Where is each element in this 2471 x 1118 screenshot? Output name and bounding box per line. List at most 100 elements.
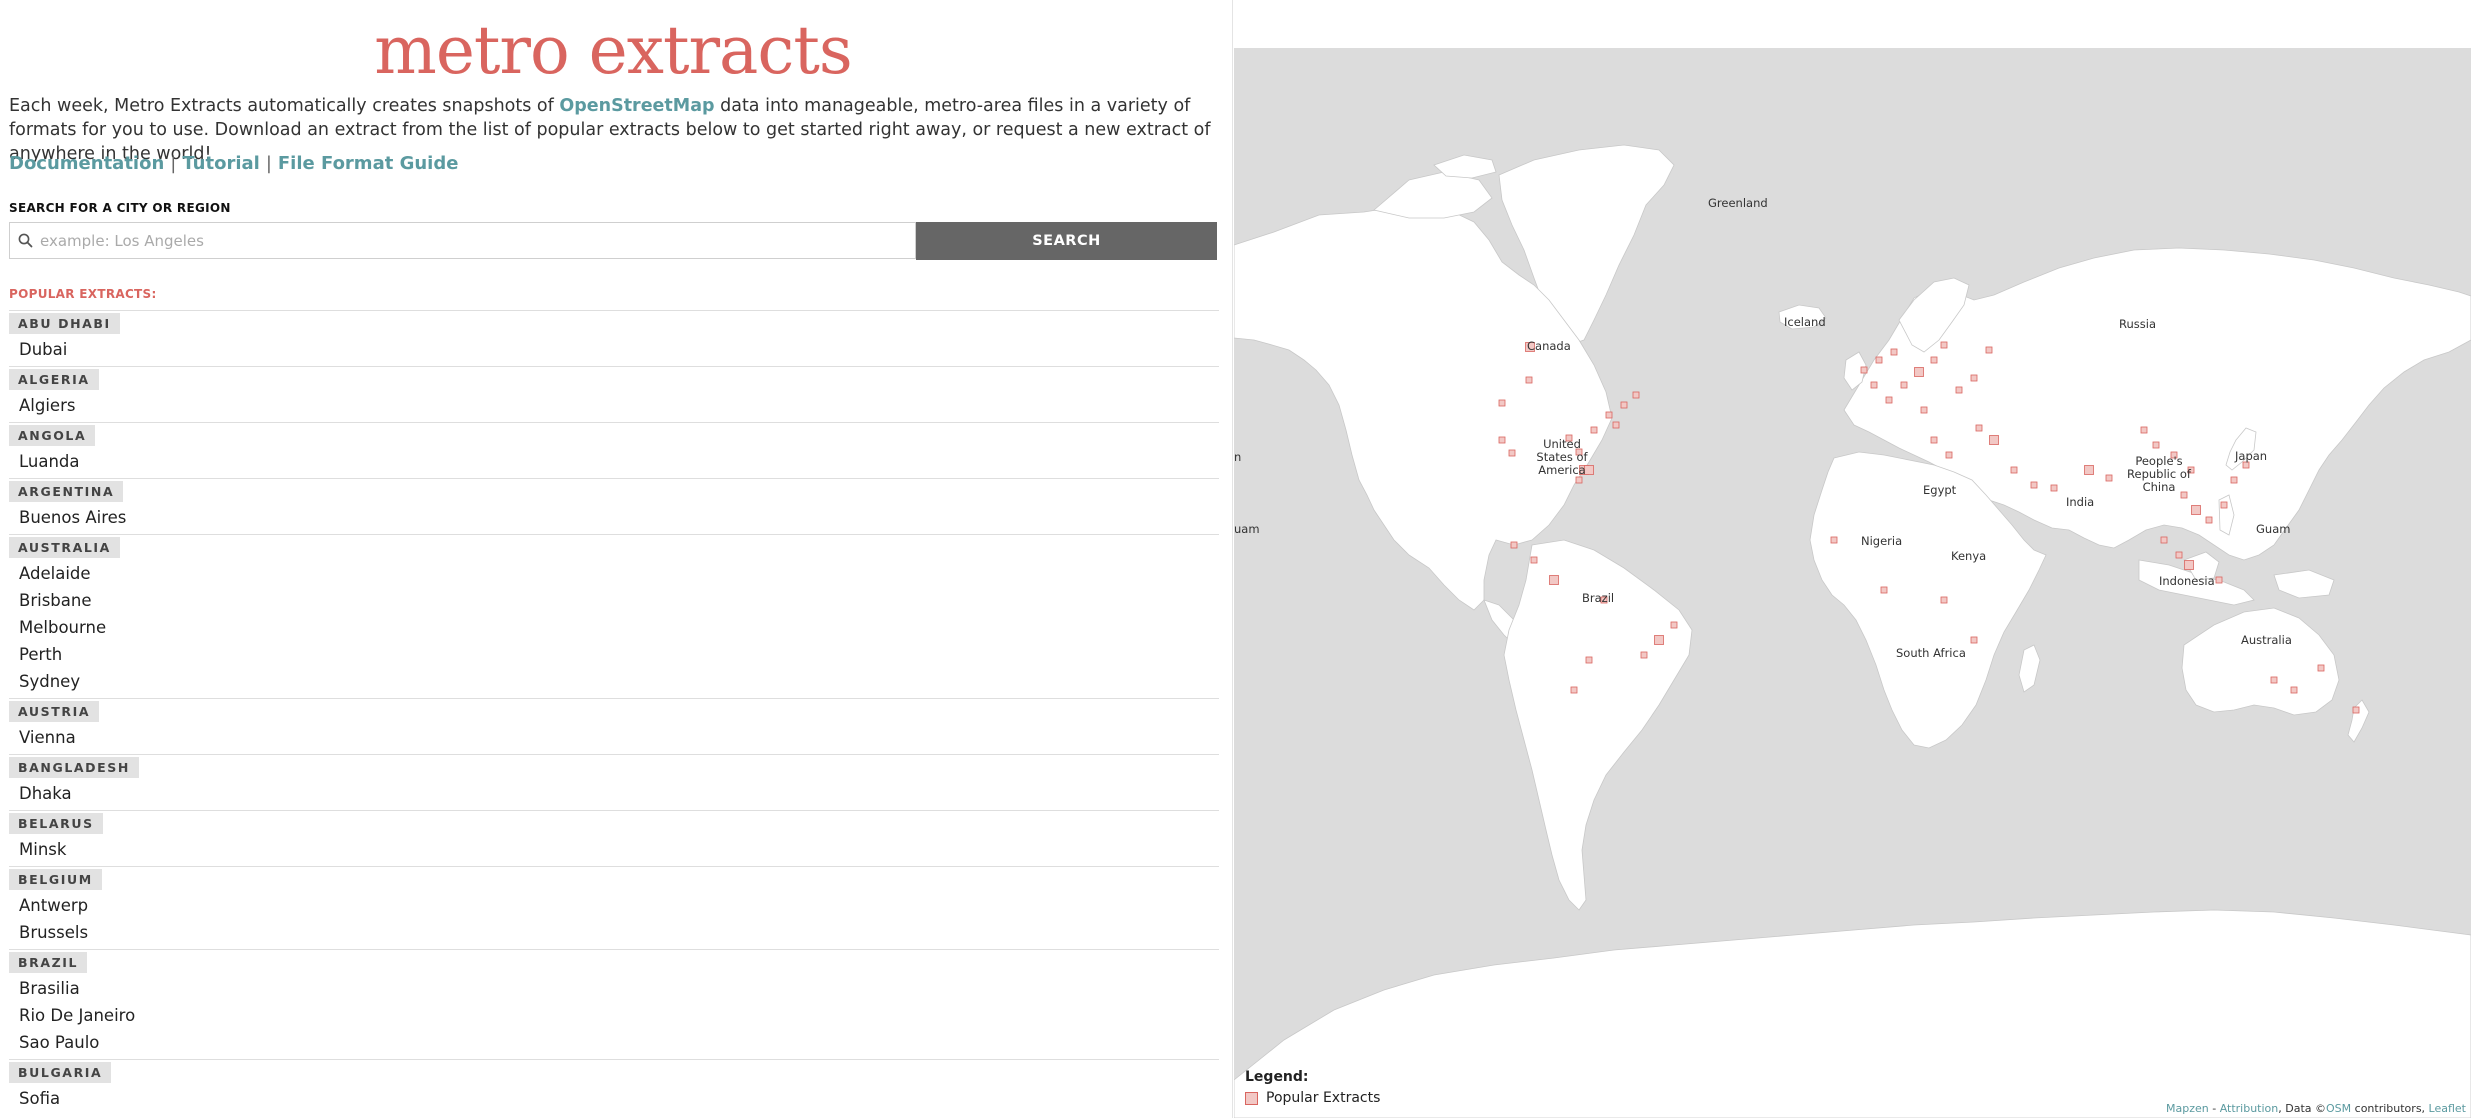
extract-marker[interactable] — [2205, 516, 2213, 524]
extract-marker[interactable] — [2140, 426, 2148, 434]
attribution-link[interactable]: Attribution — [2220, 1102, 2279, 1115]
extract-marker[interactable] — [2184, 560, 2194, 570]
city-link[interactable]: Antwerp — [9, 892, 1219, 919]
extract-marker[interactable] — [2050, 484, 2058, 492]
extract-marker[interactable] — [2105, 474, 2113, 482]
mapzen-link[interactable]: Mapzen — [2166, 1102, 2209, 1115]
extract-marker[interactable] — [1940, 341, 1948, 349]
extract-marker[interactable] — [2175, 551, 2183, 559]
extract-marker[interactable] — [2215, 576, 2223, 584]
country-group: ARGENTINA Buenos Aires — [9, 478, 1219, 531]
map-label-canada: Canada — [1527, 339, 1571, 353]
extract-marker[interactable] — [1930, 356, 1938, 364]
city-link[interactable]: Brisbane — [9, 587, 1219, 614]
extract-marker[interactable] — [1549, 575, 1559, 585]
map-canvas[interactable] — [1234, 0, 2471, 1118]
leaflet-link[interactable]: Leaflet — [2429, 1102, 2466, 1115]
tutorial-link[interactable]: Tutorial — [182, 153, 259, 174]
city-link[interactable]: Sydney — [9, 668, 1219, 695]
extract-marker[interactable] — [1985, 346, 1993, 354]
country-name-badge: ALGERIA — [9, 369, 99, 390]
extract-marker[interactable] — [1945, 451, 1953, 459]
city-link[interactable]: Minsk — [9, 836, 1219, 863]
search-input[interactable] — [36, 223, 914, 258]
city-link[interactable]: Sao Paulo — [9, 1029, 1219, 1056]
extract-marker[interactable] — [1975, 424, 1983, 432]
extract-marker[interactable] — [1640, 651, 1648, 659]
extract-marker[interactable] — [1930, 436, 1938, 444]
file-format-guide-link[interactable]: File Format Guide — [278, 153, 459, 174]
city-link[interactable]: Vienna — [9, 724, 1219, 751]
extract-marker[interactable] — [2230, 476, 2238, 484]
extract-marker[interactable] — [1970, 636, 1978, 644]
extract-marker[interactable] — [1830, 536, 1838, 544]
extract-marker[interactable] — [1612, 421, 1620, 429]
extract-marker[interactable] — [1498, 399, 1506, 407]
extract-marker[interactable] — [1575, 476, 1583, 484]
city-link[interactable]: Rio De Janeiro — [9, 1002, 1219, 1029]
extract-marker[interactable] — [1585, 656, 1593, 664]
extract-marker[interactable] — [1605, 411, 1613, 419]
city-link[interactable]: Melbourne — [9, 614, 1219, 641]
extract-marker[interactable] — [1632, 391, 1640, 399]
search-field[interactable] — [9, 222, 916, 259]
map-label-australia: Australia — [2241, 633, 2292, 647]
city-link[interactable]: Luanda — [9, 448, 1219, 475]
city-link[interactable]: Dubai — [9, 336, 1219, 363]
extract-marker[interactable] — [1530, 556, 1538, 564]
extract-marker[interactable] — [1989, 435, 1999, 445]
extract-marker[interactable] — [2290, 686, 2298, 694]
city-link[interactable]: Buenos Aires — [9, 504, 1219, 531]
city-link[interactable]: Dhaka — [9, 780, 1219, 807]
extract-marker[interactable] — [2220, 501, 2228, 509]
extract-marker[interactable] — [1955, 386, 1963, 394]
city-link[interactable]: Algiers — [9, 392, 1219, 419]
search-icon — [18, 233, 33, 248]
extract-marker[interactable] — [1590, 426, 1598, 434]
extract-marker[interactable] — [2191, 505, 2201, 515]
map-label-nigeria: Nigeria — [1861, 534, 1903, 548]
extract-marker[interactable] — [1508, 449, 1516, 457]
search-button[interactable]: SEARCH — [916, 222, 1217, 260]
map-label-south-africa: South Africa — [1896, 646, 1966, 660]
link-separator: | — [265, 153, 272, 174]
extract-marker[interactable] — [1498, 436, 1506, 444]
osm-link[interactable]: OSM — [2326, 1102, 2351, 1115]
extract-marker[interactable] — [1885, 396, 1893, 404]
city-link[interactable]: Brussels — [9, 919, 1219, 946]
extract-marker[interactable] — [2317, 664, 2325, 672]
extract-marker[interactable] — [1525, 376, 1533, 384]
city-link[interactable]: Adelaide — [9, 560, 1219, 587]
extract-marker[interactable] — [1900, 381, 1908, 389]
extract-marker[interactable] — [1875, 356, 1883, 364]
extract-marker[interactable] — [2030, 481, 2038, 489]
extract-marker[interactable] — [2010, 466, 2018, 474]
country-group: ANGOLA Luanda — [9, 422, 1219, 475]
extract-marker[interactable] — [2352, 706, 2360, 714]
extract-marker[interactable] — [1914, 367, 1924, 377]
extract-marker[interactable] — [1654, 635, 1664, 645]
extract-marker[interactable] — [1860, 366, 1868, 374]
extract-marker[interactable] — [2084, 465, 2094, 475]
city-link[interactable]: Sofia — [9, 1085, 1219, 1112]
openstreetmap-link[interactable]: OpenStreetMap — [559, 96, 714, 116]
search-label: SEARCH FOR A CITY OR REGION — [9, 201, 231, 215]
extract-marker[interactable] — [1570, 686, 1578, 694]
extract-marker[interactable] — [1620, 401, 1628, 409]
extract-marker[interactable] — [2160, 536, 2168, 544]
extract-marker[interactable] — [2152, 441, 2160, 449]
city-link[interactable]: Perth — [9, 641, 1219, 668]
extract-marker[interactable] — [2270, 676, 2278, 684]
world-map[interactable]: Greenland Iceland Canada Russia United S… — [1234, 0, 2471, 1118]
extract-marker[interactable] — [1670, 621, 1678, 629]
documentation-link[interactable]: Documentation — [9, 153, 164, 174]
map-label-china: People's Republic of China — [2127, 454, 2191, 494]
extract-marker[interactable] — [1510, 541, 1518, 549]
extract-marker[interactable] — [1870, 381, 1878, 389]
extract-marker[interactable] — [1920, 406, 1928, 414]
city-link[interactable]: Brasilia — [9, 975, 1219, 1002]
extract-marker[interactable] — [1970, 374, 1978, 382]
extract-marker[interactable] — [1880, 586, 1888, 594]
extract-marker[interactable] — [1890, 348, 1898, 356]
extract-marker[interactable] — [1940, 596, 1948, 604]
